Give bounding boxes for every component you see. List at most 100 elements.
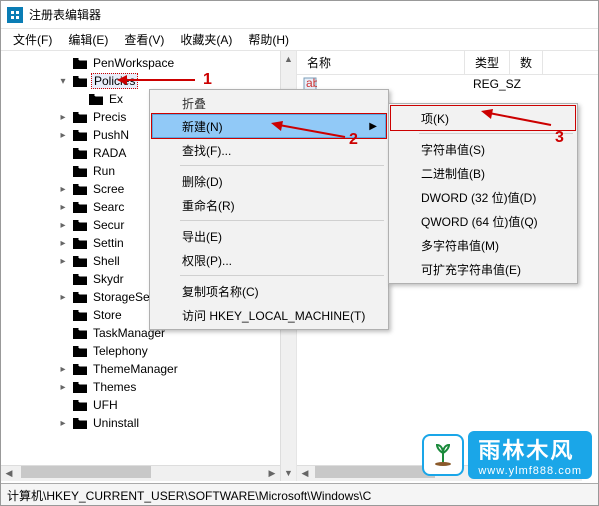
folder-icon (72, 164, 88, 178)
menu-edit[interactable]: 编辑(E) (60, 29, 116, 50)
folder-icon (72, 398, 88, 412)
ctx-item[interactable]: 二进制值(B) (391, 161, 575, 185)
watermark-logo: 雨林木风 www.ylmf888.com (422, 431, 592, 479)
ctx-separator (180, 275, 384, 276)
folder-icon (72, 182, 88, 196)
tree-label: Run (91, 164, 117, 178)
list-header[interactable]: 名称 类型 数 (297, 51, 598, 75)
folder-icon (72, 146, 88, 160)
folder-icon (72, 344, 88, 358)
ctx-item[interactable]: QWORD (64 位)值(Q) (391, 209, 575, 233)
tree-label: Shell (91, 254, 122, 268)
client-area: PenWorkspace▾PoliciesEx▸Precis▸PushNRADA… (1, 51, 598, 481)
folder-icon (72, 218, 88, 232)
tree-node-ufh[interactable]: UFH (1, 396, 296, 414)
ctx-item[interactable]: 查找(F)... (152, 138, 386, 162)
watermark-brand: 雨林木风 (478, 433, 582, 465)
sprout-icon (422, 434, 464, 476)
ctx-item[interactable]: 新建(N)▶ (152, 114, 386, 138)
ctx-item[interactable]: 可扩充字符串值(E) (391, 257, 575, 281)
ctx-item[interactable]: 字符串值(S) (391, 137, 575, 161)
tree-label: UFH (91, 398, 120, 412)
expander-icon[interactable]: ▸ (57, 382, 69, 393)
ctx-item[interactable]: 删除(D) (152, 169, 386, 193)
expander-icon[interactable]: ▸ (57, 112, 69, 123)
tree-label: Settin (91, 236, 126, 250)
scroll-right-icon[interactable]: ▶ (264, 466, 280, 481)
watermark-url: www.ylmf888.com (478, 465, 582, 477)
expander-icon[interactable]: ▾ (57, 76, 69, 87)
ctx-item[interactable]: 复制项名称(C) (152, 279, 386, 303)
tree-label: Store (91, 308, 124, 322)
folder-icon (72, 290, 88, 304)
folder-icon (72, 416, 88, 430)
tree-label: ThemeManager (91, 362, 180, 376)
folder-icon (72, 200, 88, 214)
tree-node-uninstall[interactable]: ▸ Uninstall (1, 414, 296, 432)
tree-label: Searc (91, 200, 126, 214)
tree-label: RADA (91, 146, 128, 160)
folder-icon (72, 326, 88, 340)
context-submenu-new: 项(K) 字符串值(S)二进制值(B)DWORD (32 位)值(D)QWORD … (388, 103, 578, 284)
expander-icon[interactable]: ▸ (57, 238, 69, 249)
ctx-item[interactable]: DWORD (32 位)值(D) (391, 185, 575, 209)
ctx-item[interactable]: 项(K) (391, 106, 575, 130)
tree-label: Uninstall (91, 416, 141, 430)
folder-icon (72, 236, 88, 250)
column-data[interactable]: 数 (510, 51, 543, 74)
tree-label: Secur (91, 218, 126, 232)
tree-scrollbar-h[interactable]: ◀ ▶ (1, 465, 280, 481)
folder-icon (72, 254, 88, 268)
tree-label: Scree (91, 182, 126, 196)
tree-label: Themes (91, 380, 138, 394)
folder-icon (72, 56, 88, 70)
expander-icon[interactable]: ▸ (57, 220, 69, 231)
column-type[interactable]: 类型 (465, 51, 510, 74)
tree-node-thememanager[interactable]: ▸ ThemeManager (1, 360, 296, 378)
ctx-item[interactable]: 重命名(R) (152, 193, 386, 217)
regedit-icon (7, 7, 23, 23)
ctx-item[interactable]: 多字符串值(M) (391, 233, 575, 257)
scroll-left-icon[interactable]: ◀ (1, 466, 17, 481)
folder-icon (88, 92, 104, 106)
ctx-separator (419, 133, 573, 134)
tree-label: Skydr (91, 272, 126, 286)
folder-icon (72, 380, 88, 394)
scroll-up-icon[interactable]: ▲ (281, 51, 296, 67)
expander-icon[interactable]: ▸ (57, 292, 69, 303)
folder-icon (72, 362, 88, 376)
ctx-item[interactable]: 导出(E) (152, 224, 386, 248)
tree-label: Telephony (91, 344, 150, 358)
folder-icon (72, 110, 88, 124)
tree-label: Policies (91, 73, 138, 89)
folder-icon (72, 272, 88, 286)
tree-node-penworkspace[interactable]: PenWorkspace (1, 54, 296, 72)
menu-file[interactable]: 文件(F) (5, 29, 60, 50)
expander-icon[interactable]: ▸ (57, 256, 69, 267)
expander-icon[interactable]: ▸ (57, 364, 69, 375)
scroll-down-icon[interactable]: ▼ (281, 465, 296, 481)
menu-view[interactable]: 查看(V) (116, 29, 172, 50)
tree-node-telephony[interactable]: Telephony (1, 342, 296, 360)
column-name[interactable]: 名称 (297, 51, 465, 74)
tree-label: PenWorkspace (91, 56, 176, 70)
folder-icon (72, 74, 88, 88)
ctx-item[interactable]: 访问 HKEY_LOCAL_MACHINE(T) (152, 303, 386, 327)
expander-icon[interactable]: ▸ (57, 202, 69, 213)
expander-icon[interactable]: ▸ (57, 184, 69, 195)
tree-node-policies[interactable]: ▾ Policies (1, 72, 296, 90)
value-type: REG_SZ (473, 77, 521, 91)
menu-fav[interactable]: 收藏夹(A) (172, 29, 240, 50)
titlebar: 注册表编辑器 (1, 1, 598, 29)
ctx-item[interactable]: 权限(P)... (152, 248, 386, 272)
expander-icon[interactable]: ▸ (57, 130, 69, 141)
menu-help[interactable]: 帮助(H) (240, 29, 297, 50)
expander-icon[interactable]: ▸ (57, 418, 69, 429)
context-menu-key: 折叠 新建(N)▶查找(F)... 删除(D)重命名(R) 导出(E)权限(P)..… (149, 89, 389, 330)
menubar: 文件(F) 编辑(E) 查看(V) 收藏夹(A) 帮助(H) (1, 29, 598, 51)
watermark-text: 雨林木风 www.ylmf888.com (468, 431, 592, 479)
ctx-collapse[interactable]: 折叠 (152, 92, 386, 114)
tree-label: Precis (91, 110, 128, 124)
tree-node-themes[interactable]: ▸ Themes (1, 378, 296, 396)
scroll-left-icon[interactable]: ◀ (297, 466, 313, 481)
